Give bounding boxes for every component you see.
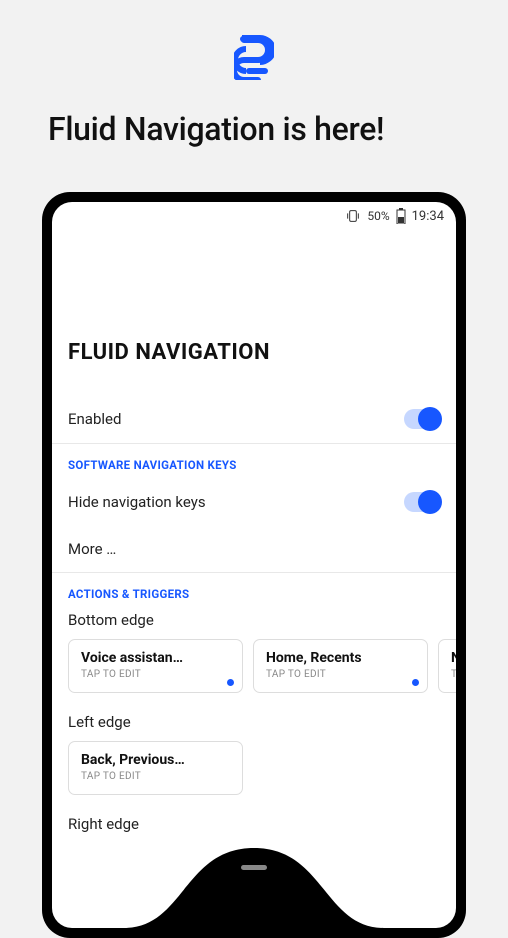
app-logo xyxy=(0,0,508,80)
card-hint: TAP TO EDIT xyxy=(81,771,230,782)
card-title: No xyxy=(451,650,456,666)
bottom-card-home-recents[interactable]: Home, Recents TAP TO EDIT xyxy=(253,639,428,693)
left-edge-label: Left edge xyxy=(52,693,456,741)
right-edge-label: Right edge xyxy=(52,795,456,843)
page-headline: Fluid Navigation is here! xyxy=(0,80,508,148)
card-title: Voice assistan… xyxy=(81,650,230,666)
hide-nav-keys-label: Hide navigation keys xyxy=(68,493,206,511)
enabled-toggle[interactable] xyxy=(404,409,440,429)
status-clock: 19:34 xyxy=(412,209,444,224)
card-hint: TAP TO EDIT xyxy=(266,669,415,680)
phone-frame: 50% 19:34 FLUID NAVIGATION Enabled SOFTW… xyxy=(42,192,466,938)
bottom-edge-label: Bottom edge xyxy=(52,607,456,639)
gesture-pill-hill xyxy=(124,838,384,928)
section-header-actions: ACTIONS & TRIGGERS xyxy=(52,573,456,607)
left-edge-cards: Back, Previous… TAP TO EDIT xyxy=(52,741,456,795)
battery-icon xyxy=(396,208,406,224)
card-hint: TAP TO EDIT xyxy=(81,669,230,680)
gesture-pill-icon xyxy=(241,865,267,870)
bottom-card-voice-assistant[interactable]: Voice assistan… TAP TO EDIT xyxy=(68,639,243,693)
card-title: Back, Previous… xyxy=(81,752,230,768)
enabled-label: Enabled xyxy=(68,410,121,428)
battery-percent: 50% xyxy=(367,209,389,223)
enabled-row[interactable]: Enabled xyxy=(52,395,456,444)
bottom-edge-cards: Voice assistan… TAP TO EDIT Home, Recent… xyxy=(52,639,456,693)
phone-screen: 50% 19:34 FLUID NAVIGATION Enabled SOFTW… xyxy=(52,202,456,928)
more-row[interactable]: More … xyxy=(52,526,456,573)
status-bar: 50% 19:34 xyxy=(52,202,456,230)
indicator-dot-icon xyxy=(227,679,234,686)
left-card-back-previous[interactable]: Back, Previous… TAP TO EDIT xyxy=(68,741,243,795)
card-hint: TAP xyxy=(451,669,456,680)
hide-nav-keys-toggle[interactable] xyxy=(404,492,440,512)
section-header-nav-keys: SOFTWARE NAVIGATION KEYS xyxy=(52,444,456,478)
hide-nav-keys-row[interactable]: Hide navigation keys xyxy=(52,478,456,526)
vibrate-icon xyxy=(345,208,361,224)
bottom-card-partial[interactable]: No TAP xyxy=(438,639,456,693)
card-title: Home, Recents xyxy=(266,650,415,666)
more-label: More … xyxy=(68,540,116,558)
indicator-dot-icon xyxy=(412,679,419,686)
screen-title: FLUID NAVIGATION xyxy=(52,230,456,395)
